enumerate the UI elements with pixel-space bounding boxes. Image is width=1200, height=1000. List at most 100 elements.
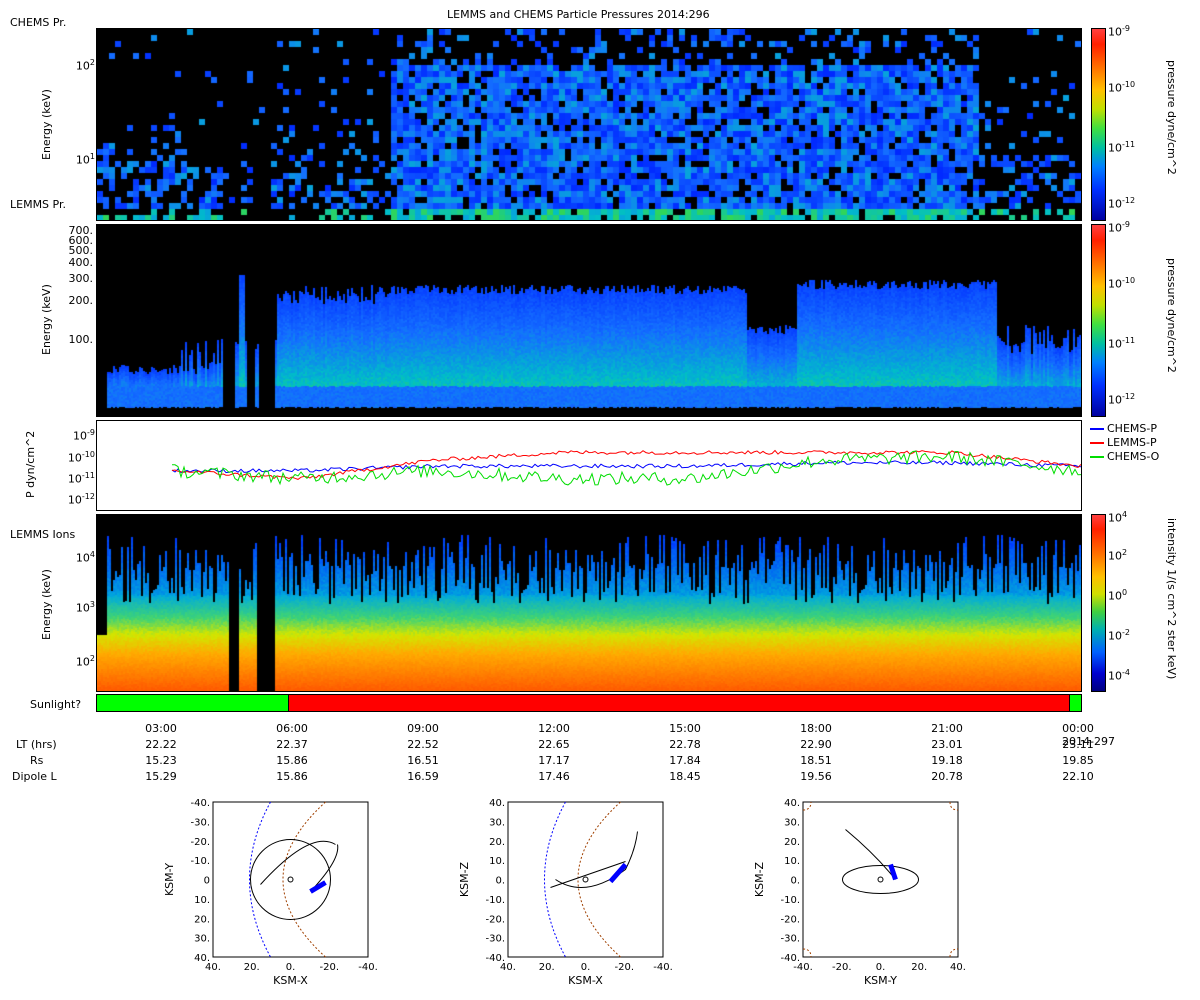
chems-panel-label: CHEMS Pr. [10, 16, 67, 29]
ephemeris-value: 22.37 [276, 738, 308, 751]
orbit-ylabel: KSM-Z [458, 861, 471, 897]
orbit-ytick: 40. [784, 798, 800, 809]
ephemeris-value: 23.01 [931, 738, 963, 751]
ephemeris-row-label: LT (hrs) [16, 738, 57, 751]
orbit-xtick: -20. [319, 962, 339, 973]
ephemeris-value: 18.45 [669, 770, 701, 783]
orbit-xtick: -20. [832, 962, 852, 973]
time-tick-label: 09:00 [407, 722, 439, 735]
lemms-pr-ytick: 400. [68, 256, 94, 269]
chart-title: LEMMS and CHEMS Particle Pressures 2014:… [447, 8, 710, 21]
time-tick-label: 18:00 [800, 722, 832, 735]
series-line-chems-o [171, 450, 1081, 486]
orbit-xtick: 20. [911, 962, 927, 973]
chems-cbar-tick: 10-11 [1108, 140, 1136, 155]
ephemeris-value: 22.10 [1062, 770, 1094, 783]
orbit-ytick: -30. [485, 934, 505, 945]
lemms-ions-cbar-tick: 100 [1108, 588, 1128, 603]
orbit-xtick: -40. [358, 962, 378, 973]
ephemeris-value: 19.56 [800, 770, 832, 783]
orbit-ytick: 10. [489, 856, 505, 867]
ephemeris-value: 15.23 [145, 754, 177, 767]
lemms-ions-ytick: 103 [75, 600, 95, 615]
orbit-ytick: -20. [780, 914, 800, 925]
orbit-xlabel: KSM-X [568, 974, 603, 987]
lemms-ions-spectrogram [96, 514, 1082, 692]
orbit-ylabel: KSM-Y [163, 863, 176, 896]
time-tick-label: 03:00 [145, 722, 177, 735]
ephemeris-value: 17.17 [538, 754, 570, 767]
time-tick-label: 12:00 [538, 722, 570, 735]
ephemeris-value: 16.51 [407, 754, 439, 767]
ephemeris-row-label: Dipole L [12, 770, 57, 783]
ephemeris-value: 20.78 [931, 770, 963, 783]
lemms-pr-spectrogram [96, 224, 1082, 417]
orbit-ytick: -10. [780, 895, 800, 906]
orbit-ytick: 0 [204, 876, 210, 887]
lemms-pr-cbar-title: pressure dyne/cm^2 [1165, 258, 1178, 373]
lemms-pr-cbar-tick: 10-9 [1108, 220, 1130, 235]
lemms-ions-cbar-tick: 10-2 [1108, 628, 1130, 643]
ephemeris-value: 15.86 [276, 770, 308, 783]
pressure-ytick: 10-10 [67, 450, 95, 465]
time-tick-label: 00:00 [1062, 722, 1094, 735]
orbit-ytick: 30. [489, 817, 505, 828]
pressure-ytick: 10-11 [67, 471, 95, 486]
sunlight-label: Sunlight? [30, 698, 82, 711]
legend-item: LEMMS-P [1090, 436, 1159, 450]
orbit-ytick: -20. [190, 837, 210, 848]
ephemeris-value: 19.85 [1062, 754, 1094, 767]
chems-ytick-1e1: 101 [75, 152, 95, 167]
lemms-ions-cbar-tick: 102 [1108, 548, 1128, 563]
lemms-ions-ytick: 104 [75, 550, 95, 565]
ephemeris-value: 22.90 [800, 738, 832, 751]
chems-ytick-1e2: 102 [75, 58, 95, 73]
orbit-ytick: -10. [485, 895, 505, 906]
pressure-ytick: 10-12 [67, 492, 95, 507]
orbit-ytick: 30. [194, 934, 210, 945]
lemms-pr-cbar-tick: 10-12 [1108, 392, 1136, 407]
orbit-plot-2: 40. 20. 0. -20. -40.40.30.20.10.0.-10.-20.-3… [458, 798, 673, 987]
lemms-pr-ytick: 200. [68, 294, 94, 307]
legend-item: CHEMS-O [1090, 450, 1159, 464]
sunlight-segment [1069, 695, 1081, 711]
orbit-ytick: 10. [194, 895, 210, 906]
orbit-ytick: 20. [489, 837, 505, 848]
pressure-ytick: 10-9 [73, 428, 95, 443]
pressure-line-plot [96, 420, 1082, 511]
series-line-lemms-p [171, 449, 1081, 480]
ephemeris-value: 22.22 [145, 738, 177, 751]
orbit-ytick: -10. [190, 856, 210, 867]
orbit-ytick: -40. [485, 953, 505, 964]
lemms-pr-panel-label: LEMMS Pr. [10, 198, 66, 211]
orbit-ytick: 30. [784, 817, 800, 828]
orbit-ytick: 20. [194, 914, 210, 925]
chems-spectrogram [96, 28, 1082, 221]
ephemeris-value: 18.51 [800, 754, 832, 767]
lemms-ions-ytick: 102 [75, 654, 95, 669]
orbit-ytick: 0. [495, 876, 505, 887]
ephemeris-value: 15.29 [145, 770, 177, 783]
orbit-ytick: 10. [784, 856, 800, 867]
series-line-chems-p [171, 460, 1081, 474]
legend-item: CHEMS-P [1090, 422, 1159, 436]
orbit-xtick: -20. [614, 962, 634, 973]
lemms-pr-cbar-tick: 10-10 [1108, 276, 1136, 291]
lemms-ions-cbar-tick: 10-4 [1108, 668, 1130, 683]
chems-cbar-tick: 10-12 [1108, 196, 1136, 211]
orbit-ytick: -40. [780, 953, 800, 964]
sunlight-bar [96, 694, 1082, 712]
chems-colorbar [1091, 28, 1106, 221]
lemms-pr-ylabel: Energy (keV) [40, 284, 53, 355]
time-tick-label: 15:00 [669, 722, 701, 735]
lemms-pr-ytick: 300. [68, 272, 94, 285]
lemms-ions-colorbar [1091, 514, 1106, 692]
lemms-pr-cbar-tick: 10-11 [1108, 336, 1136, 351]
ephemeris-row-label: Rs [30, 754, 44, 767]
orbit-xtick: 0. [581, 962, 591, 973]
orbit-xtick: 0. [286, 962, 296, 973]
orbit-ytick: -30. [780, 934, 800, 945]
orbit-ytick: 40. [489, 798, 505, 809]
lemms-ions-cbar-title: intensity 1/(s cm^2 ster keV) [1165, 518, 1178, 680]
lemms-ions-ylabel: Energy (keV) [40, 569, 53, 640]
